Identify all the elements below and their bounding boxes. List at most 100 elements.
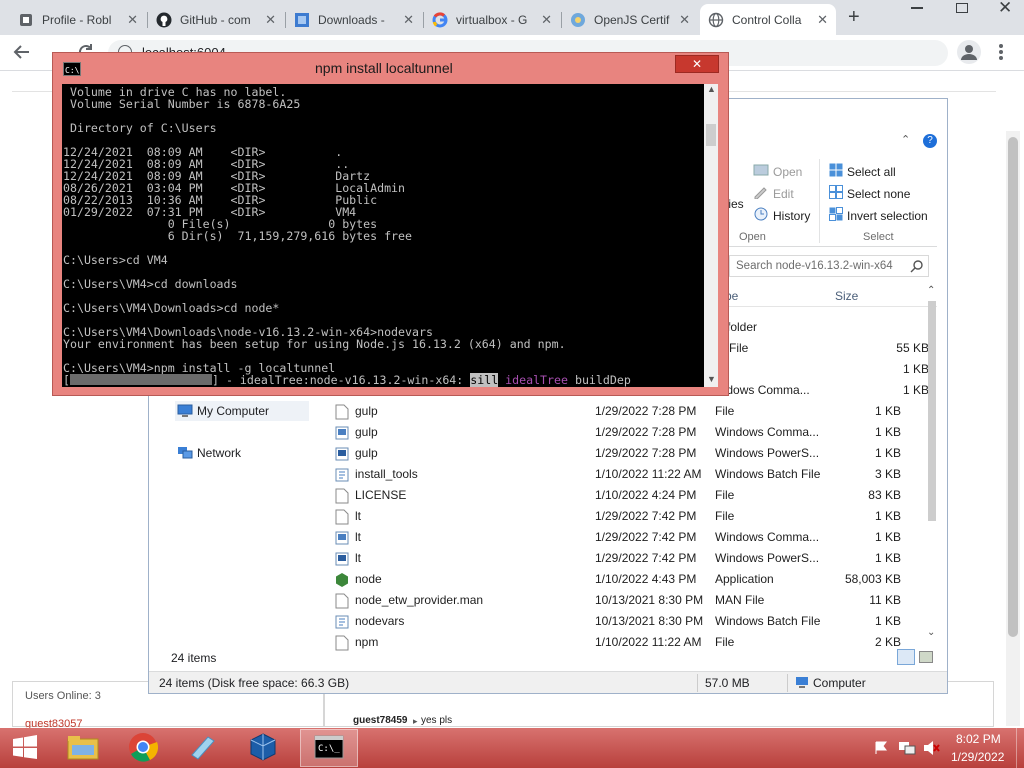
file-icon	[335, 488, 349, 504]
taskbar-chrome[interactable]	[114, 729, 172, 767]
help-icon[interactable]: ?	[923, 134, 937, 148]
search-icon[interactable]	[910, 259, 924, 276]
scrollbar-thumb[interactable]	[928, 301, 936, 521]
file-row[interactable]: nodevars 10/13/2021 8:30 PM Windows Batch …	[329, 611, 929, 632]
size-column-header[interactable]: Size	[835, 289, 858, 303]
file-size: 1 KB	[874, 425, 901, 439]
tab-virtualbox-search[interactable]: virtualbox - G ✕	[424, 4, 560, 35]
details-view-icon[interactable]	[897, 649, 915, 665]
close-window-icon[interactable]: ✕	[998, 0, 1012, 18]
cmd-title-bar[interactable]: C:\ npm install localtunnel ✕	[53, 53, 728, 84]
svg-text:C:\: C:\	[65, 66, 80, 75]
log-level: sill	[470, 373, 499, 387]
search-input[interactable]: Search node-v16.13.2-win-x64	[736, 260, 893, 272]
cmd-console[interactable]: Volume in drive C has no label. Volume S…	[62, 84, 718, 387]
file-name: node_etw_provider.man	[355, 593, 484, 607]
computer-icon	[177, 404, 193, 421]
open-button[interactable]: Open	[753, 163, 802, 180]
file-row[interactable]: LICENSE 1/10/2022 4:24 PM File 83 KB	[329, 485, 929, 506]
close-tab-icon[interactable]: ✕	[679, 12, 690, 28]
close-tab-icon[interactable]: ✕	[127, 12, 138, 28]
collapse-ribbon-icon[interactable]: ⌃	[901, 133, 910, 146]
file-type: File	[715, 509, 735, 523]
cmd-scrollbar-thumb[interactable]	[706, 124, 716, 146]
history-button[interactable]: History	[753, 207, 810, 224]
back-arrow-icon[interactable]	[12, 42, 32, 62]
file-type: indows Comma...	[717, 383, 810, 397]
close-tab-icon[interactable]: ✕	[265, 12, 276, 28]
edit-button[interactable]: Edit	[753, 185, 794, 202]
file-date: 1/10/2022 11:22 AM	[595, 635, 702, 649]
file-date: 1/10/2022 11:22 AM	[595, 467, 702, 481]
open-icon	[753, 163, 769, 180]
tab-github[interactable]: GitHub - com ✕	[148, 4, 284, 35]
clock-date[interactable]: 1/29/2022	[951, 750, 1004, 764]
close-tab-icon[interactable]: ✕	[817, 12, 828, 28]
file-row[interactable]: install_tools 1/10/2022 11:22 AM Windows B…	[329, 464, 929, 485]
close-tab-icon[interactable]: ✕	[541, 12, 552, 28]
select-all-button[interactable]: Select all	[829, 163, 896, 180]
cmd-scrollbar[interactable]: ▲ ▼	[704, 84, 718, 387]
clock-time[interactable]: 8:02 PM	[956, 732, 1001, 746]
menu-kebab-icon[interactable]	[998, 42, 1004, 62]
progress-text: ] - idealTree:node-v16.13.2-win-x64:	[211, 373, 471, 387]
file-row[interactable]: node_etw_provider.man 10/13/2021 8:30 PM M…	[329, 590, 929, 611]
cmd-icon: C:\_	[314, 735, 344, 762]
nav-network[interactable]: Network	[175, 443, 309, 463]
action-center-icon[interactable]	[874, 740, 890, 759]
page-scrollbar-thumb[interactable]	[1008, 137, 1018, 637]
file-row[interactable]: gulp 1/29/2022 7:28 PM Windows Comma... 1 K…	[329, 422, 929, 443]
tab-control-collab[interactable]: Control Colla ✕	[700, 4, 836, 35]
network-tray-icon[interactable]	[898, 740, 916, 759]
large-icons-view-icon[interactable]	[919, 651, 933, 663]
history-icon	[753, 207, 769, 224]
close-tab-icon[interactable]: ✕	[403, 12, 414, 28]
taskbar-cmd[interactable]: C:\_	[300, 729, 358, 767]
file-date: 10/13/2021 8:30 PM	[595, 593, 704, 607]
file-row[interactable]: lt 1/29/2022 7:42 PM Windows PowerS... 1 KB	[329, 548, 929, 569]
file-type: Windows PowerS...	[715, 446, 820, 460]
cmd-close-button[interactable]: ✕	[675, 55, 719, 73]
tab-profile[interactable]: Profile - Robl ✕	[10, 4, 146, 35]
file-row[interactable]: npm 1/10/2022 11:22 AM File 2 KB	[329, 632, 929, 653]
tab-downloads[interactable]: Downloads - ✕	[286, 4, 422, 35]
file-row[interactable]: lt 1/29/2022 7:42 PM Windows Comma... 1 KB	[329, 527, 929, 548]
file-size: 11 KB	[869, 593, 901, 607]
taskbar-virtualbox[interactable]	[234, 729, 292, 767]
tab-openjs[interactable]: OpenJS Certif ✕	[562, 4, 698, 35]
file-row[interactable]: lt 1/29/2022 7:42 PM File 1 KB	[329, 506, 929, 527]
cmd-title: npm install localtunnel	[315, 60, 453, 76]
page-scrollbar[interactable]	[1006, 131, 1020, 726]
console-line: Volume Serial Number is 6878-6A25	[63, 97, 301, 111]
taskbar-file-explorer[interactable]	[54, 729, 112, 767]
chrome-icon	[128, 732, 159, 765]
select-none-button[interactable]: Select none	[829, 185, 910, 202]
browser-tab-bar: Profile - Robl ✕ GitHub - com ✕ Download…	[0, 0, 1024, 35]
invert-selection-button[interactable]: Invert selection	[829, 207, 928, 224]
file-list-scrollbar[interactable]: ⌃ ⌄	[925, 285, 939, 647]
show-desktop-button[interactable]	[1016, 728, 1024, 768]
minimize-icon[interactable]	[911, 7, 923, 9]
virtualbox-icon	[248, 732, 278, 765]
file-row[interactable]: node 1/10/2022 4:43 PM Application 58,003 K…	[329, 569, 929, 590]
volume-muted-icon[interactable]	[922, 740, 940, 759]
profile-avatar-icon[interactable]	[957, 40, 981, 64]
file-type: Application	[715, 572, 774, 586]
search-box[interactable]: Search node-v16.13.2-win-x64	[729, 255, 929, 277]
tab-label: GitHub - com	[180, 12, 251, 27]
file-name: lt	[355, 530, 361, 544]
ps-file-icon	[335, 551, 349, 567]
file-row[interactable]: gulp 1/29/2022 7:28 PM File 1 KB	[329, 401, 929, 422]
file-size: 1 KB	[874, 614, 901, 628]
start-button[interactable]	[0, 729, 50, 767]
google-icon	[432, 11, 448, 28]
restore-icon[interactable]	[956, 3, 968, 13]
nav-my-computer[interactable]: My Computer	[175, 401, 309, 421]
file-name: lt	[355, 551, 361, 565]
new-tab-button[interactable]: +	[848, 6, 860, 28]
file-type: File	[715, 488, 735, 502]
taskbar-notepad[interactable]	[174, 729, 232, 767]
file-size: 1 KB	[874, 446, 901, 460]
file-icon	[335, 509, 349, 525]
file-row[interactable]: gulp 1/29/2022 7:28 PM Windows PowerS... 1 …	[329, 443, 929, 464]
